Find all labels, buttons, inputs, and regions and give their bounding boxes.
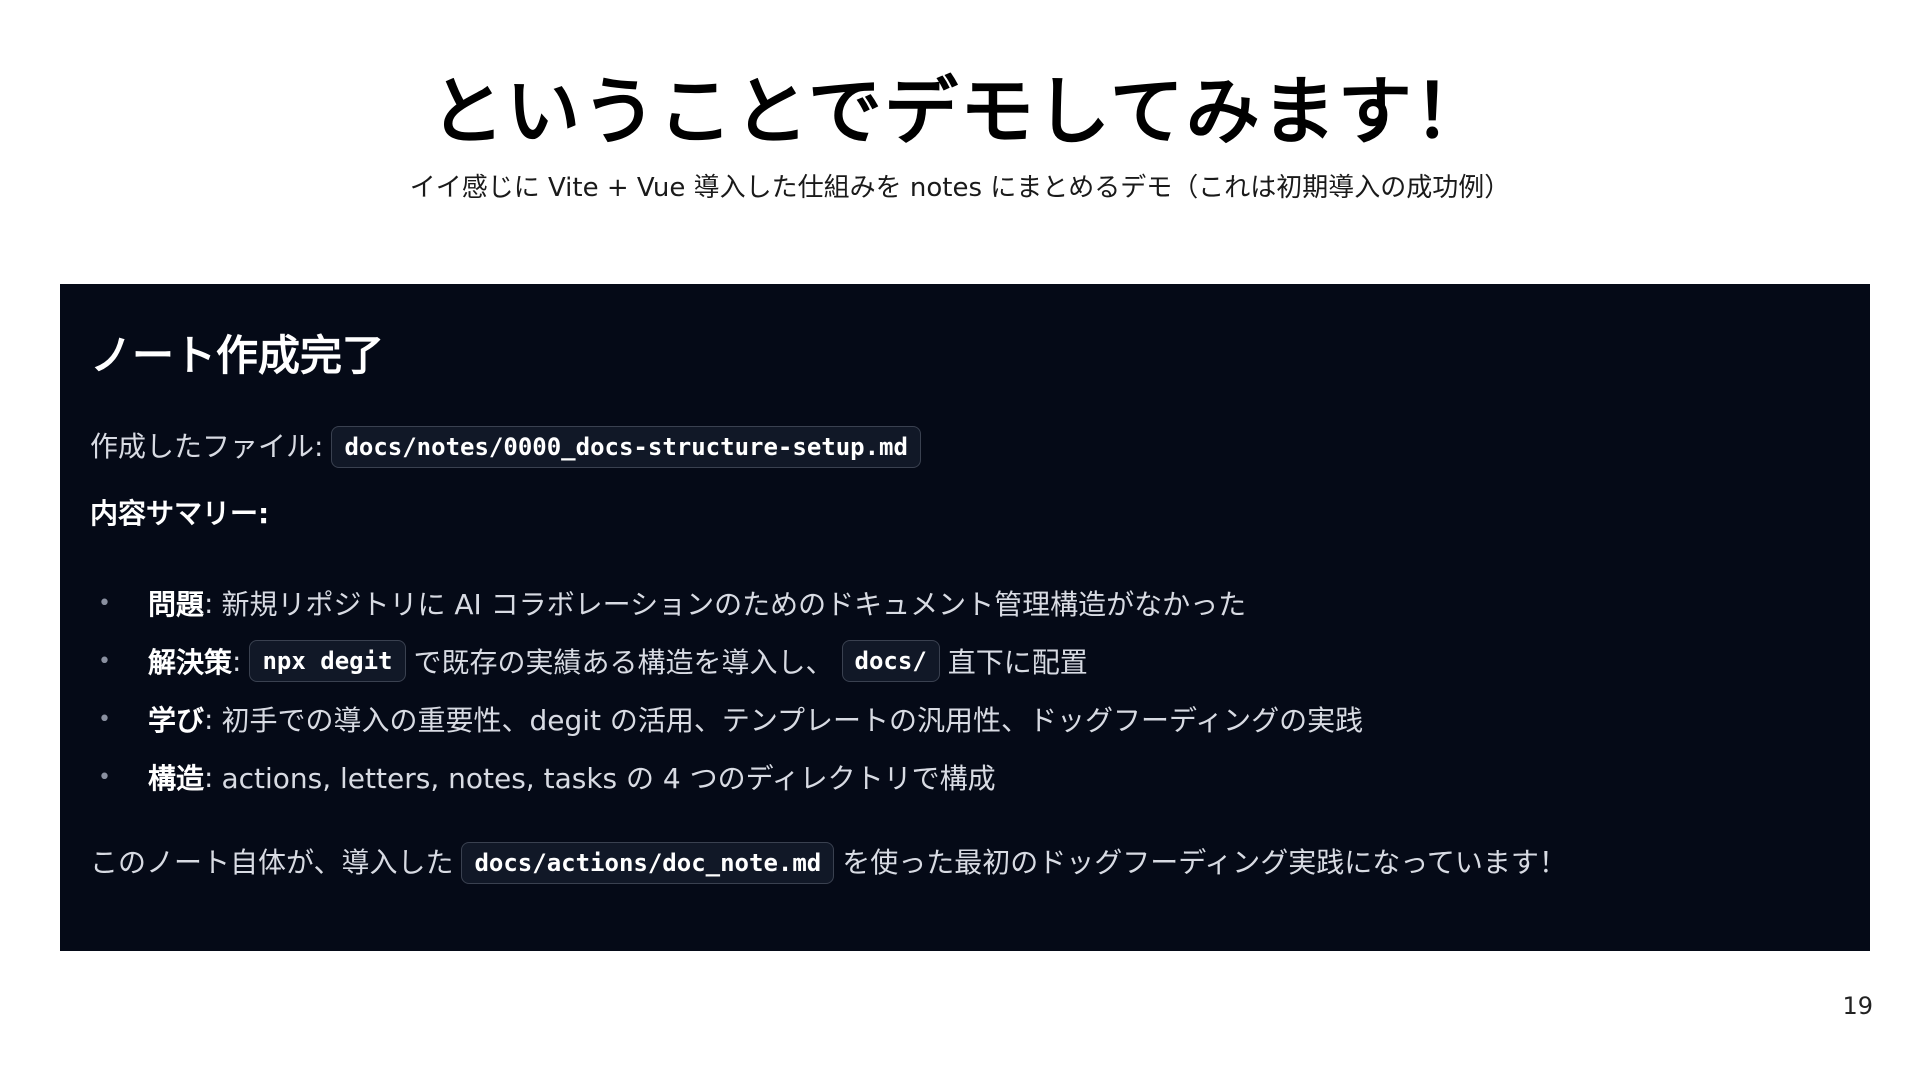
bullet-dot-icon: •	[98, 706, 111, 732]
slide-title: ということでデモしてみます！	[430, 69, 1490, 155]
summary-item-separator: :	[204, 586, 214, 620]
note-heading: ノート作成完了	[90, 331, 385, 380]
summary-item-text-tail: 直下に配置	[947, 646, 1088, 679]
closing-text-post: を使った最初のドッグフーディング実践になっています！	[842, 846, 1567, 879]
screenshot-panel: ノート作成完了 作成したファイル: docs/notes/0000_docs-s…	[60, 284, 1870, 951]
summary-item-separator: :	[232, 644, 242, 678]
degit-command-code: npx degit	[249, 640, 406, 682]
summary-item-solution: • 解決策 : npx degit で既存の実績ある構造を導入し、 docs/ …	[90, 632, 1363, 690]
summary-item-text: 新規リポジトリに AI コラボレーションのためのドキュメント管理構造がなかった	[221, 588, 1247, 621]
summary-item-label: 学び	[148, 704, 205, 737]
summary-item-text: で既存の実績ある構造を導入し、	[413, 646, 834, 679]
summary-item-label: 問題	[148, 588, 205, 621]
bullet-dot-icon: •	[98, 764, 111, 790]
summary-item-text: 初手での導入の重要性、degit の活用、テンプレートの汎用性、ドッグフーディン…	[221, 704, 1364, 737]
docs-dir-code: docs/	[841, 640, 940, 682]
summary-item-label: 構造	[148, 762, 205, 795]
summary-item-label: 解決策	[148, 646, 233, 679]
doc-note-path-code: docs/actions/doc_note.md	[461, 842, 835, 884]
closing-row: このノート自体が、導入した docs/actions/doc_note.md を…	[90, 842, 1567, 884]
bullet-dot-icon: •	[98, 590, 111, 616]
summary-item-text: actions, letters, notes, tasks の 4 つのディレ…	[221, 762, 996, 795]
slide-subtitle: イイ感じに Vite + Vue 導入した仕組みを notes にまとめるデモ（…	[409, 173, 1511, 203]
summary-item-problem: • 問題 : 新規リポジトリに AI コラボレーションのためのドキュメント管理構…	[90, 574, 1363, 632]
created-file-path-code: docs/notes/0000_docs-structure-setup.md	[331, 426, 921, 468]
summary-item-structure: • 構造 : actions, letters, notes, tasks の …	[90, 748, 1363, 806]
summary-item-learning: • 学び : 初手での導入の重要性、degit の活用、テンプレートの汎用性、ド…	[90, 690, 1363, 748]
created-file-row: 作成したファイル: docs/notes/0000_docs-structure…	[90, 426, 929, 468]
summary-item-separator: :	[204, 702, 214, 736]
slide: ということでデモしてみます！ イイ感じに Vite + Vue 導入した仕組みを…	[0, 0, 1920, 1080]
summary-item-separator: :	[204, 760, 214, 794]
summary-label: 内容サマリー:	[90, 497, 270, 530]
page-number: 19	[1842, 992, 1873, 1020]
closing-text-pre: このノート自体が、導入した	[90, 846, 454, 879]
summary-list: • 問題 : 新規リポジトリに AI コラボレーションのためのドキュメント管理構…	[90, 574, 1363, 806]
created-file-label: 作成したファイル:	[90, 430, 324, 463]
bullet-dot-icon: •	[98, 648, 111, 674]
